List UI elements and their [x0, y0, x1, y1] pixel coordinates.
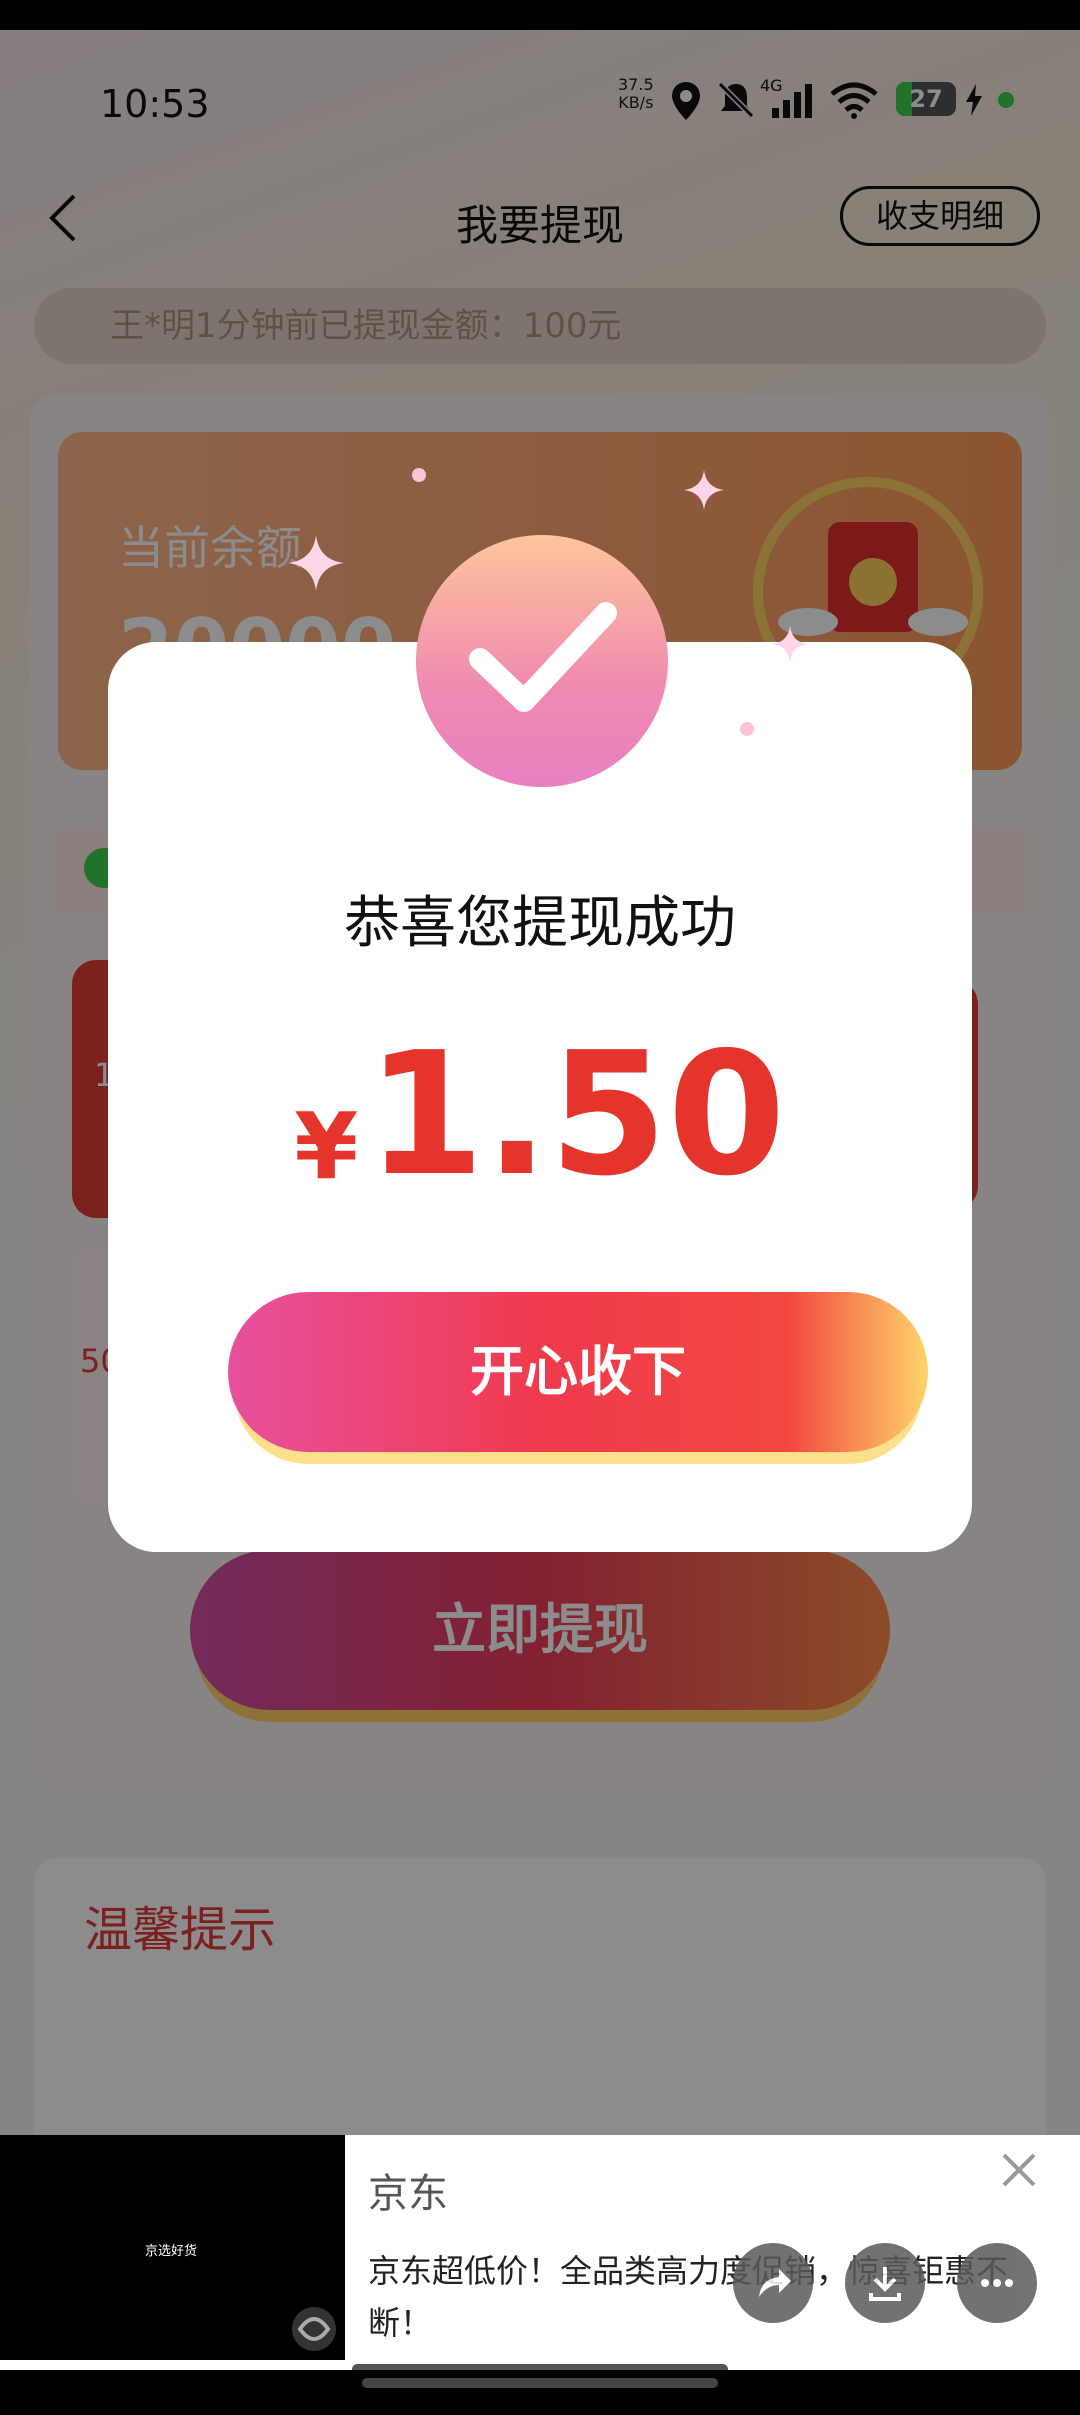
ad-banner[interactable]: 京选好货 京东 京东超低价！全品类高力度促销，惊喜钜惠不断！	[0, 2135, 1080, 2370]
gesture-bar[interactable]	[362, 2378, 718, 2388]
system-nav-bar	[0, 2370, 1080, 2415]
ad-video-caption: 京选好货	[145, 2244, 198, 2259]
accept-button[interactable]: 开心收下	[228, 1292, 928, 1452]
sparkle-icon	[684, 470, 724, 510]
currency-symbol: ¥	[294, 1093, 359, 1200]
download-button[interactable]	[845, 2243, 925, 2323]
app-screen: 10:53 37.5 KB/s 4G 27 我要提现 收支明细 王*明1分钟前已…	[0, 30, 1080, 2370]
sparkle-icon	[772, 626, 808, 662]
success-check-badge	[416, 535, 668, 787]
dialog-amount: ¥1.50	[108, 1030, 972, 1200]
download-icon	[869, 2267, 901, 2301]
sparkle-dot	[412, 468, 426, 482]
ad-brand: 京东	[368, 2171, 448, 2217]
sparkle-icon	[288, 535, 344, 591]
close-icon[interactable]	[996, 2147, 1042, 2193]
ad-platform-logo-icon	[292, 2307, 336, 2351]
checkmark-icon	[469, 602, 617, 712]
share-icon	[759, 2269, 791, 2297]
more-button[interactable]	[957, 2243, 1037, 2323]
share-button[interactable]	[733, 2243, 813, 2323]
sparkle-dot	[740, 722, 754, 736]
more-dots-icon	[981, 2279, 1013, 2287]
ad-description: 京东超低价！全品类高力度促销，惊喜钜惠不断！	[368, 2252, 1009, 2342]
amount-value: 1.50	[366, 1016, 786, 1214]
dialog-title: 恭喜您提现成功	[344, 891, 736, 956]
